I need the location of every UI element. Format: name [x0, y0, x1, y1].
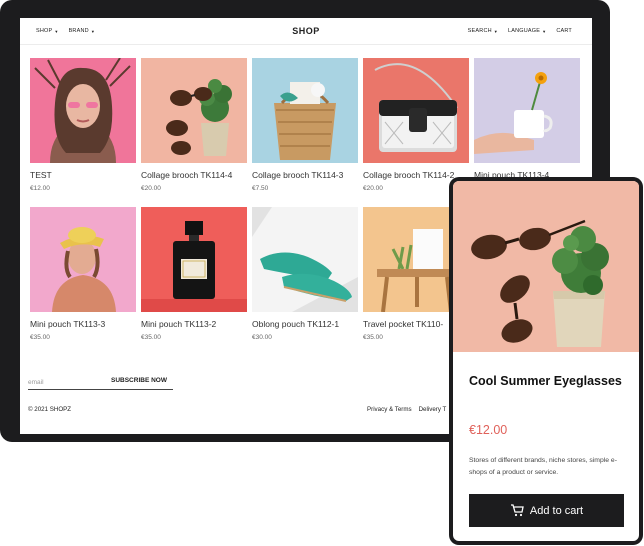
product-name[interactable]: Collage brooch TK114-2	[363, 170, 454, 180]
add-to-cart-button[interactable]: Add to cart	[469, 494, 624, 527]
nav-cart-link[interactable]: CART	[556, 28, 572, 34]
footer-links: Privacy & Terms Delivery T	[367, 406, 446, 413]
product-card[interactable]: Collage brooch TK114-2 €20.00	[363, 58, 469, 192]
copyright-text: © 2021 SHOPZ	[28, 406, 72, 413]
privacy-terms-link[interactable]: Privacy & Terms	[367, 406, 412, 413]
cart-icon	[510, 504, 524, 517]
product-card[interactable]: Collage brooch TK114-4 €20.00	[141, 58, 247, 192]
product-name[interactable]: Collage brooch TK114-3	[252, 170, 343, 180]
nav-cart-label: CART	[556, 28, 572, 34]
newsletter-form: SUBSCRIBE NOW	[28, 376, 173, 390]
product-price: €35.00	[363, 334, 383, 341]
product-card[interactable]: Mini pouch TK113-4	[474, 58, 580, 180]
subscribe-button[interactable]: SUBSCRIBE NOW	[111, 377, 167, 384]
product-image[interactable]	[474, 58, 580, 163]
product-name[interactable]: Travel pocket TK110-	[363, 319, 443, 329]
product-image[interactable]	[141, 207, 247, 312]
mobile-frame: Cool Summer Eyeglasses €12.00 Stores of …	[449, 177, 643, 545]
product-price: €20.00	[363, 185, 383, 192]
top-navigation: SHOP ▼ BRAND ▼ SHOP SEARCH ▼ LANGUAGE ▼	[20, 18, 592, 45]
product-image[interactable]	[252, 58, 358, 163]
product-card[interactable]: Mini pouch TK113-3 €35.00	[30, 207, 136, 341]
product-card[interactable]: TEST €12.00	[30, 58, 136, 192]
product-price: €12.00	[469, 423, 508, 437]
product-image[interactable]	[252, 207, 358, 312]
nav-language-label: LANGUAGE	[507, 28, 541, 34]
nav-search-menu[interactable]: SEARCH ▼	[468, 28, 498, 34]
caret-down-icon: ▼	[542, 28, 547, 34]
product-price: €35.00	[30, 334, 50, 341]
product-price: €7.50	[252, 185, 269, 192]
caret-down-icon: ▼	[493, 28, 498, 34]
product-card[interactable]: Oblong pouch TK112-1 €30.00	[252, 207, 358, 341]
product-title: Cool Summer Eyeglasses	[469, 374, 622, 388]
product-name[interactable]: TEST	[30, 170, 52, 180]
product-name[interactable]: Oblong pouch TK112-1	[252, 319, 339, 329]
product-hero-image	[453, 181, 639, 352]
product-image[interactable]	[30, 58, 136, 163]
product-card[interactable]: Collage brooch TK114-3 €7.50	[252, 58, 358, 192]
nav-search-label: SEARCH	[467, 28, 492, 34]
product-price: €35.00	[141, 334, 161, 341]
delivery-link[interactable]: Delivery T	[419, 406, 447, 413]
product-image[interactable]	[30, 207, 136, 312]
nav-right: SEARCH ▼ LANGUAGE ▼ CART	[468, 28, 572, 34]
mobile-screen: Cool Summer Eyeglasses €12.00 Stores of …	[453, 181, 639, 541]
product-price: €20.00	[141, 185, 161, 192]
product-name[interactable]: Mini pouch TK113-2	[141, 319, 216, 329]
email-input[interactable]	[28, 376, 98, 388]
product-description: Stores of different brands, niche stores…	[469, 457, 617, 476]
product-image[interactable]	[141, 58, 247, 163]
product-price: €30.00	[252, 334, 272, 341]
add-to-cart-label: Add to cart	[529, 504, 584, 517]
product-price: €12.00	[30, 185, 50, 192]
product-card[interactable]: Mini pouch TK113-2 €35.00	[141, 207, 247, 341]
nav-language-menu[interactable]: LANGUAGE ▼	[508, 28, 546, 34]
product-image[interactable]	[363, 58, 469, 163]
product-name[interactable]: Collage brooch TK114-4	[141, 170, 232, 180]
product-name[interactable]: Mini pouch TK113-3	[30, 319, 105, 329]
